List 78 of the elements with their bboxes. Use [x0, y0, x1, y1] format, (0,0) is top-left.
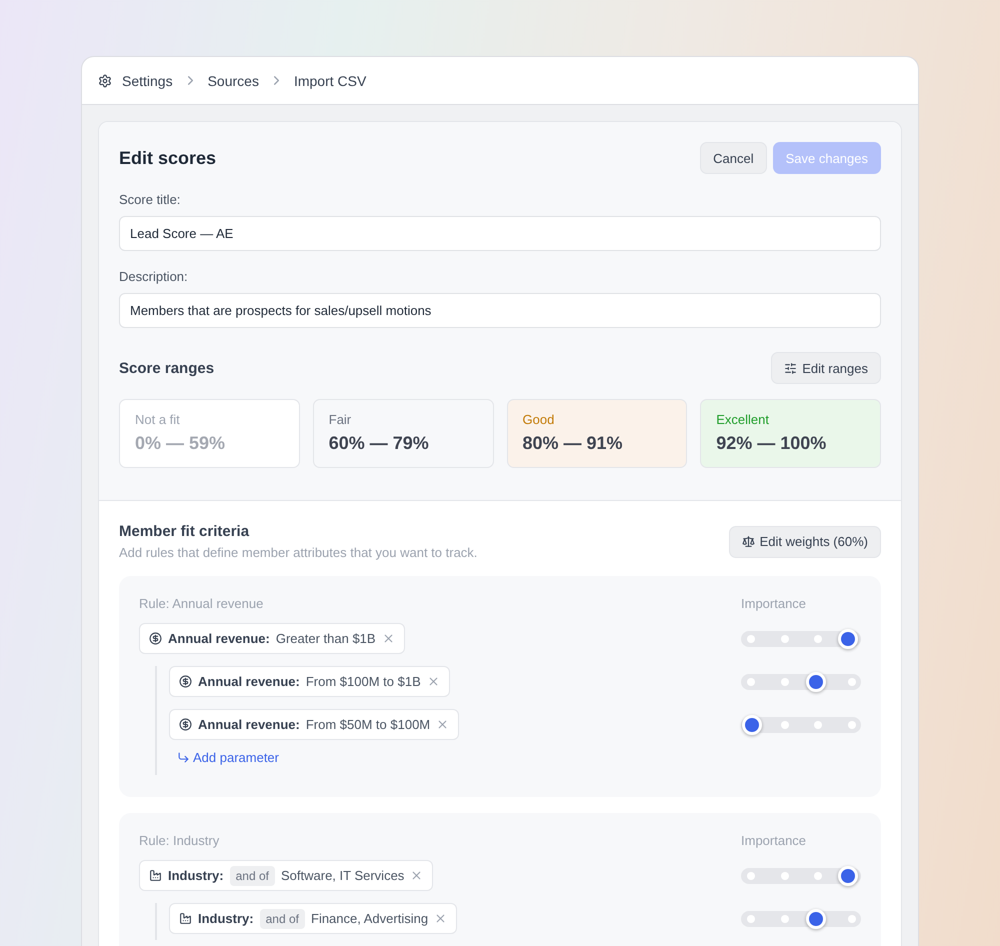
edit-weights-button[interactable]: Edit weights (60%): [728, 526, 881, 558]
parameter-value: From $100M to $1B: [306, 674, 421, 689]
rule-parameter-chip[interactable]: Industry: and of Software, IT Services: [139, 860, 434, 891]
parameter-value: From $50M to $100M: [306, 717, 430, 732]
slider-step-dot: [780, 872, 789, 880]
parameter-label: Industry:: [198, 911, 254, 926]
parameter-label: Annual revenue:: [168, 631, 270, 646]
slider-step-dot: [814, 634, 822, 642]
importance-slider[interactable]: [741, 630, 861, 646]
slider-step-dot: [780, 634, 789, 642]
range-value: 92% — 100%: [716, 433, 828, 454]
parameter-label: Annual revenue:: [198, 674, 300, 689]
slider-thumb[interactable]: [742, 714, 762, 734]
range-value: 80% — 91%: [522, 433, 624, 454]
slider-step-dot: [848, 678, 856, 686]
dollar-coin-icon: [179, 675, 192, 688]
slider-step-dot: [848, 914, 856, 922]
page-title: Edit scores: [119, 148, 216, 168]
parameter-label: Industry:: [168, 868, 224, 883]
field-label: Score title:: [119, 192, 182, 207]
add-parameter-link[interactable]: Add parameter: [177, 750, 279, 765]
range-label: Good: [522, 412, 556, 427]
rule-title: Rule: Annual revenue: [139, 596, 264, 611]
range-label: Not a fit: [135, 412, 181, 427]
cancel-button[interactable]: Cancel: [700, 142, 767, 174]
section-title: Score ranges: [119, 360, 214, 376]
rule-title: Rule: Industry: [139, 833, 220, 848]
edit-ranges-button[interactable]: Edit ranges: [771, 352, 881, 384]
range-label: Excellent: [716, 412, 770, 427]
slider-step-dot: [780, 678, 789, 686]
dollar-coin-icon: [179, 718, 192, 731]
scale-icon: [742, 535, 755, 548]
range-value: 60% — 79%: [328, 433, 430, 454]
importance-slider[interactable]: [741, 910, 861, 926]
field-label: Description:: [119, 269, 189, 284]
settings-icon: [98, 74, 112, 88]
importance-slider[interactable]: [741, 716, 861, 732]
corner-arrow-icon: [177, 751, 190, 764]
slider-thumb[interactable]: [806, 908, 826, 928]
input-field[interactable]: Members that are prospects for sales/upsell motions: [119, 293, 881, 328]
rule-parameter-chip[interactable]: Annual revenue: From $50M to $100M: [169, 709, 460, 740]
parameter-value: Greater than $1B: [276, 631, 376, 646]
sliders-icon: [784, 362, 798, 374]
range-label: Fair: [328, 412, 352, 427]
operator-tag: and of: [230, 866, 275, 886]
rule-parameter-chip[interactable]: Annual revenue: Greater than $1B: [139, 623, 405, 654]
factory-icon: [149, 869, 162, 882]
range-value: 0% — 59%: [135, 433, 226, 454]
slider-step-dot: [780, 720, 789, 728]
parameter-label: Annual revenue:: [198, 717, 300, 732]
slider-step-dot: [747, 872, 755, 880]
importance-label: Importance: [741, 833, 808, 848]
slider-step-dot: [814, 872, 822, 880]
slider-step-dot: [747, 634, 755, 642]
breadcrumb-link[interactable]: Settings: [122, 72, 173, 88]
slider-thumb[interactable]: [838, 866, 858, 886]
slider-step-dot: [747, 678, 755, 686]
importance-slider[interactable]: [741, 868, 861, 884]
slider-step-dot: [780, 914, 789, 922]
factory-icon: [179, 912, 192, 925]
parameter-value: Finance, Advertising: [311, 911, 428, 926]
rule-parameter-chip[interactable]: Industry: and of Finance, Advertising: [169, 903, 458, 934]
parameter-value: Software, IT Services: [281, 868, 404, 883]
breadcrumb-link[interactable]: Sources: [208, 72, 259, 88]
input-field[interactable]: Lead Score — AE: [119, 216, 881, 251]
importance-slider[interactable]: [741, 674, 861, 690]
slider-thumb[interactable]: [806, 672, 826, 692]
section-subtitle: Add rules that define member attributes that you want to track.: [119, 545, 478, 560]
operator-tag: and of: [260, 908, 305, 928]
slider-step-dot: [848, 720, 856, 728]
slider-step-dot: [814, 720, 822, 728]
dollar-coin-icon: [149, 632, 162, 645]
section-title: Member fit criteria: [119, 523, 250, 540]
importance-label: Importance: [741, 596, 808, 611]
slider-thumb[interactable]: [838, 628, 858, 648]
breadcrumb-link[interactable]: Import CSV: [294, 72, 366, 88]
rule-parameter-chip[interactable]: Annual revenue: From $100M to $1B: [169, 666, 450, 697]
slider-step-dot: [747, 914, 755, 922]
